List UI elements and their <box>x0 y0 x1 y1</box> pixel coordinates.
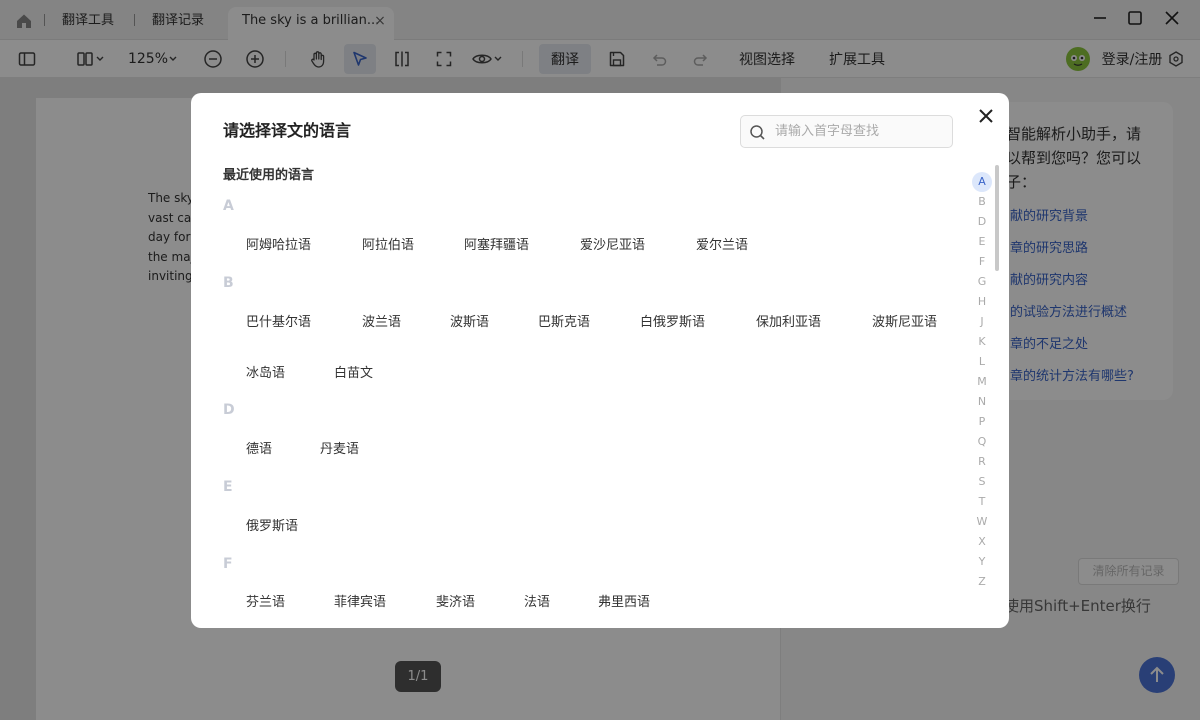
language-list: A 阿姆哈拉语 阿拉伯语 阿塞拜疆语 爱沙尼亚语 爱尔兰语 B 巴什基尔语 波兰… <box>191 188 981 628</box>
language-option[interactable]: 爱尔兰语 <box>696 234 748 253</box>
alphabet-index-f[interactable]: F <box>972 252 992 272</box>
language-option[interactable]: 斐济语 <box>436 591 475 610</box>
language-search <box>740 115 953 148</box>
language-option[interactable]: 巴什基尔语 <box>246 311 311 330</box>
language-option[interactable]: 冰岛语 <box>246 362 285 381</box>
alphabet-index-q[interactable]: Q <box>972 432 992 452</box>
alphabet-index-y[interactable]: Y <box>972 552 992 572</box>
language-option[interactable]: 弗里西语 <box>598 591 650 610</box>
language-option[interactable]: 波兰语 <box>362 311 401 330</box>
section-letter-b: B <box>223 275 234 291</box>
alphabet-index-s[interactable]: S <box>972 472 992 492</box>
language-option[interactable]: 爱沙尼亚语 <box>580 234 645 253</box>
alphabet-index-l[interactable]: L <box>972 352 992 372</box>
alphabet-index-a[interactable]: A <box>972 172 992 192</box>
alphabet-index-t[interactable]: T <box>972 492 992 512</box>
language-option[interactable]: 保加利亚语 <box>756 311 821 330</box>
alphabet-index-e[interactable]: E <box>972 232 992 252</box>
language-option[interactable]: 阿拉伯语 <box>362 234 414 253</box>
language-option[interactable]: 法语 <box>524 591 550 610</box>
language-option[interactable]: 丹麦语 <box>320 438 359 457</box>
alphabet-index-b[interactable]: B <box>972 192 992 212</box>
close-icon[interactable] <box>975 105 997 127</box>
language-option[interactable]: 芬兰语 <box>246 591 285 610</box>
language-option[interactable]: 菲律宾语 <box>334 591 386 610</box>
alphabet-index-z[interactable]: Z <box>972 572 992 592</box>
alphabet-index-h[interactable]: H <box>972 292 992 312</box>
language-option[interactable]: 波斯语 <box>450 311 489 330</box>
alphabet-index-p[interactable]: P <box>972 412 992 432</box>
alphabet-index-g[interactable]: G <box>972 272 992 292</box>
alphabet-index-w[interactable]: W <box>972 512 992 532</box>
alphabet-index-d[interactable]: D <box>972 212 992 232</box>
modal-title: 请选择译文的语言 <box>223 121 352 140</box>
alphabet-index-k[interactable]: K <box>972 332 992 352</box>
alphabet-index-j[interactable]: J <box>972 312 992 332</box>
scrollbar[interactable] <box>995 165 999 271</box>
search-input[interactable] <box>775 116 945 147</box>
language-option[interactable]: 波斯尼亚语 <box>872 311 937 330</box>
recent-languages-label: 最近使用的语言 <box>223 168 315 183</box>
section-letter-a: A <box>223 198 234 214</box>
section-letter-d: D <box>223 402 235 418</box>
alphabet-index-x[interactable]: X <box>972 532 992 552</box>
language-option[interactable]: 德语 <box>246 438 272 457</box>
section-letter-f: F <box>223 556 233 572</box>
alphabet-index-m[interactable]: M <box>972 372 992 392</box>
language-option[interactable]: 俄罗斯语 <box>246 515 298 534</box>
alphabet-index-r[interactable]: R <box>972 452 992 472</box>
alphabet-index-n[interactable]: N <box>972 392 992 412</box>
language-option[interactable]: 白俄罗斯语 <box>640 311 705 330</box>
language-select-modal: 请选择译文的语言 最近使用的语言 A 阿姆哈拉语 阿拉伯语 阿塞拜疆语 爱沙尼亚… <box>191 93 1009 628</box>
language-option[interactable]: 阿塞拜疆语 <box>464 234 529 253</box>
search-icon <box>749 124 766 141</box>
language-option[interactable]: 巴斯克语 <box>538 311 590 330</box>
language-option[interactable]: 阿姆哈拉语 <box>246 234 311 253</box>
language-option[interactable]: 白苗文 <box>334 362 373 381</box>
section-letter-e: E <box>223 479 233 495</box>
